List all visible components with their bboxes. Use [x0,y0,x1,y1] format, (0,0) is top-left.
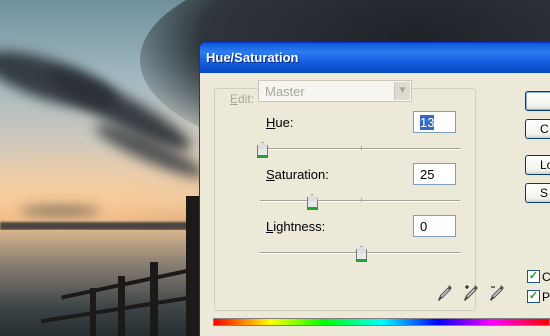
hue-slider-thumb[interactable] [257,142,268,158]
preview-label: Pr [542,290,550,304]
saturation-input[interactable]: 25 [413,163,456,185]
saturation-label: Saturation: [266,167,329,182]
colorize-label: Co [542,270,550,284]
edit-channel-value: Master [265,84,305,99]
edit-channel-select[interactable]: Master ▼ [258,80,412,102]
hue-input[interactable]: 13 [413,111,456,133]
hue-label: Hue: [266,115,294,130]
lightness-slider-thumb[interactable] [356,246,367,262]
lightness-input[interactable]: 0 [413,215,456,237]
load-button[interactable]: Lo [525,155,550,175]
colorize-checkbox[interactable]: ✓ [527,270,540,283]
saturation-slider-thumb[interactable] [306,194,318,210]
hue-spectrum-bar [213,318,550,326]
eyedropper-icon[interactable] [437,284,453,302]
eyedropper-plus-icon[interactable] [463,284,479,302]
saturation-slider-center-tick [361,198,362,202]
chevron-down-icon[interactable]: ▼ [394,82,410,100]
eyedropper-minus-icon[interactable] [489,284,505,302]
cloud [20,205,100,217]
hue-slider-track[interactable] [260,148,460,150]
hue-slider-center-tick [361,146,362,150]
cancel-button[interactable]: C [525,119,550,139]
dialog-title[interactable]: Hue/Saturation [200,43,550,73]
pier-post [150,262,158,336]
ok-button[interactable] [525,91,550,111]
edit-label: Edit: [228,92,257,106]
save-button[interactable]: S [525,183,550,203]
preview-checkbox[interactable]: ✓ [527,290,540,303]
saturation-slider-track[interactable] [260,200,460,202]
lightness-label: Lightness: [266,219,326,234]
